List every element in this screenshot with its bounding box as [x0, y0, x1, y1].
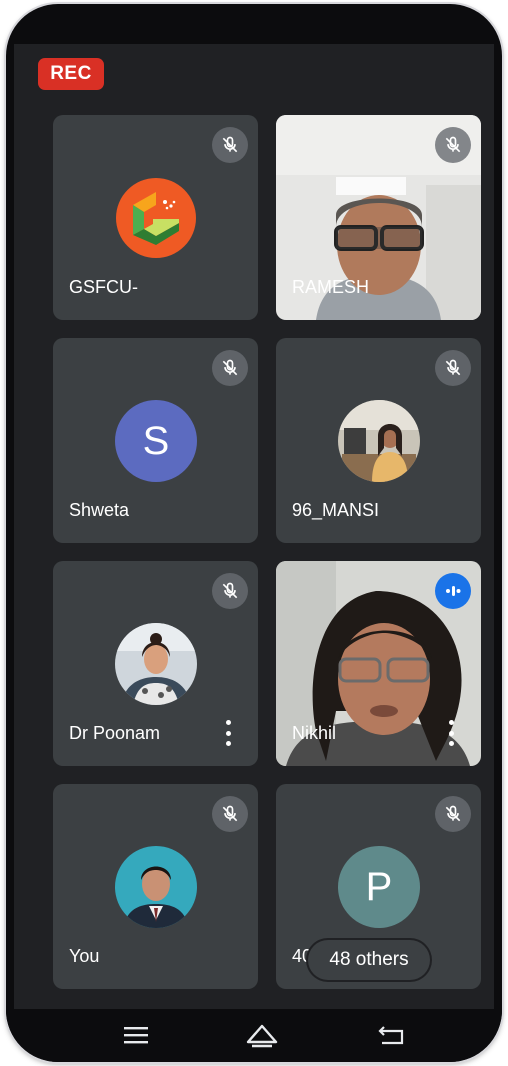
mic-off-icon [435, 796, 471, 832]
mic-off-icon [435, 127, 471, 163]
mic-off-icon [212, 573, 248, 609]
avatar-letter: P [365, 864, 393, 909]
participant-name: GSFCU- [69, 277, 138, 297]
speaking-indicator-icon [435, 573, 471, 609]
participant-tile-poonam[interactable]: Dr Poonam [53, 561, 258, 766]
phone-frame: REC GSFCU- RAMESH S Shweta 96_MANSI Dr P… [6, 4, 502, 1062]
avatar: P [338, 846, 420, 928]
participant-tile-ramesh[interactable]: RAMESH [276, 115, 481, 320]
android-navigation-bar [6, 1009, 502, 1062]
home-icon[interactable] [242, 1021, 282, 1049]
participant-name: Nikhil [292, 723, 337, 743]
participant-tile-you[interactable]: You [53, 784, 258, 989]
others-label: 48 others [329, 949, 409, 970]
participant-name: You [69, 946, 100, 966]
mic-off-icon [212, 127, 248, 163]
recording-badge: REC [38, 58, 104, 90]
meeting-screen: REC GSFCU- RAMESH S Shweta 96_MANSI Dr P… [14, 44, 494, 1009]
avatar [115, 623, 197, 705]
menu-lines-icon[interactable] [116, 1021, 156, 1049]
more-vert-icon[interactable] [224, 720, 232, 746]
avatar: S [115, 400, 197, 482]
participant-name: 96_MANSI [292, 500, 380, 520]
back-icon[interactable] [372, 1021, 412, 1049]
participant-tile-mansi[interactable]: 96_MANSI [276, 338, 481, 543]
participant-name: Shweta [69, 500, 130, 520]
more-vert-icon[interactable] [447, 720, 455, 746]
participant-name: Dr Poonam [69, 723, 161, 743]
participant-tile-gsfcu[interactable]: GSFCU- [53, 115, 258, 320]
participant-name: RAMESH [292, 277, 370, 297]
mic-off-icon [212, 350, 248, 386]
others-count-chip[interactable]: 48 others [308, 940, 430, 980]
mic-off-icon [435, 350, 471, 386]
recording-label: REC [50, 63, 92, 84]
avatar [115, 846, 197, 928]
gsfcu-logo [113, 175, 199, 261]
participant-tile-nikhil[interactable]: Nikhil [276, 561, 481, 766]
avatar [338, 400, 420, 482]
avatar-letter: S [142, 418, 170, 463]
mic-off-icon [212, 796, 248, 832]
participant-tile-shweta[interactable]: S Shweta [53, 338, 258, 543]
